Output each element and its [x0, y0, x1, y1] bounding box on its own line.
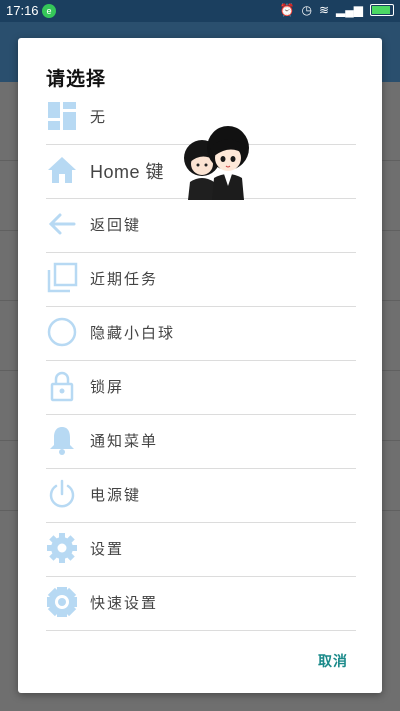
option-recent-tasks[interactable]: 近期任务	[46, 252, 356, 307]
option-back-key[interactable]: 返回键	[46, 198, 356, 253]
notification-badge-icon: e	[42, 4, 56, 18]
circle-icon	[46, 316, 78, 348]
status-bar: 17:16 e ⏰ ◷ ≋ ▂▄▆	[0, 0, 400, 22]
option-label: 隐藏小白球	[90, 324, 176, 342]
option-hide-ball[interactable]: 隐藏小白球	[46, 306, 356, 361]
bell-icon	[46, 424, 78, 456]
option-notification-menu[interactable]: 通知菜单	[46, 414, 356, 469]
back-arrow-icon	[46, 208, 78, 240]
home-icon	[46, 154, 78, 186]
option-quick-settings[interactable]: 快速设置	[46, 576, 356, 631]
grid-icon	[46, 100, 78, 132]
clock-icon: ◷	[301, 3, 312, 17]
signal-icon: ▂▄▆	[336, 3, 363, 17]
lock-icon	[46, 370, 78, 402]
battery-icon	[370, 4, 394, 16]
dialog-title: 请选择	[46, 68, 107, 90]
alarm-icon: ⏰	[279, 3, 295, 17]
power-icon	[46, 478, 78, 510]
option-label: 快速设置	[90, 594, 159, 612]
quick-settings-icon	[46, 586, 78, 618]
option-label: 设置	[90, 540, 125, 558]
option-power-key[interactable]: 电源键	[46, 468, 356, 523]
recent-tasks-icon	[46, 262, 78, 294]
status-icons: ⏰ ◷ ≋ ▂▄▆	[280, 3, 394, 17]
option-label: Home 键	[90, 162, 165, 182]
option-label: 返回键	[90, 216, 142, 234]
status-time: 17:16	[6, 3, 39, 18]
option-label: 通知菜单	[90, 432, 159, 450]
floating-ball-avatar[interactable]	[180, 122, 252, 200]
option-label: 无	[90, 108, 108, 126]
option-settings[interactable]: 设置	[46, 522, 356, 577]
option-label: 锁屏	[90, 378, 125, 396]
cancel-button[interactable]: 取消	[318, 651, 348, 671]
option-label: 电源键	[90, 486, 142, 504]
gear-icon	[46, 532, 78, 564]
option-label: 近期任务	[90, 270, 159, 288]
wifi-icon: ≋	[318, 3, 330, 17]
option-lock-screen[interactable]: 锁屏	[46, 360, 356, 415]
